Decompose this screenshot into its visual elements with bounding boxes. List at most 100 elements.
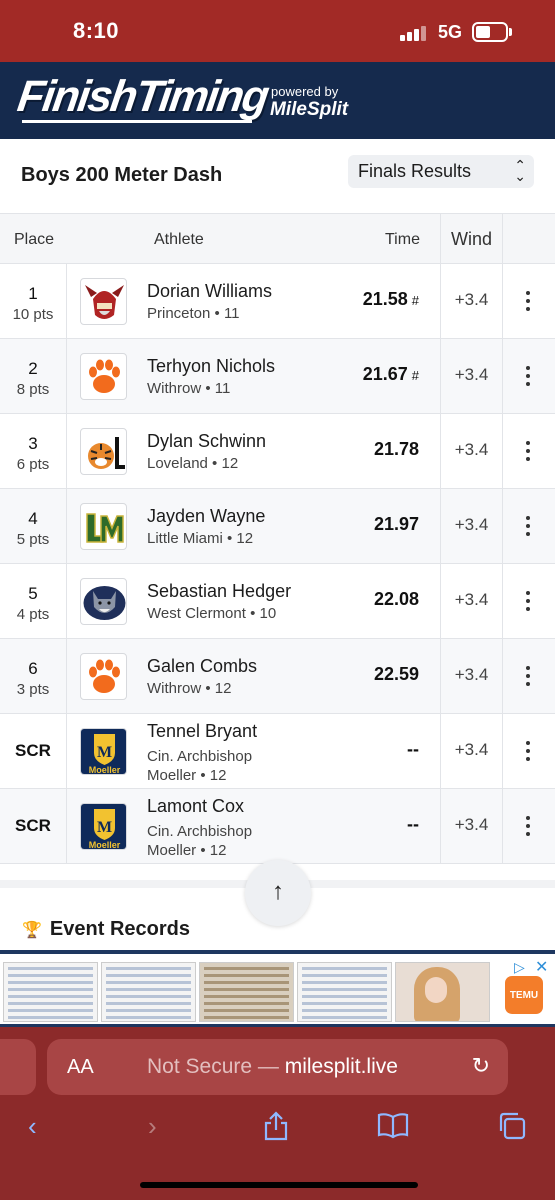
- finishtiming-logo[interactable]: FinishTiming: [14, 72, 271, 122]
- wind-value: +3.4: [454, 515, 489, 534]
- result-time: 21.67 #: [363, 364, 419, 385]
- event-records-label: Event Records: [49, 918, 190, 940]
- trophy-icon: 🏆: [22, 922, 42, 939]
- signal-icon: [400, 25, 428, 41]
- col-divider: [502, 339, 503, 413]
- athlete-team: West Clermont • 10: [147, 605, 277, 622]
- wolf-logo: [80, 578, 127, 625]
- more-options-icon[interactable]: [518, 366, 538, 390]
- table-row[interactable]: SCR M Moeller Lamont Cox Cin. Archbishop M…: [0, 789, 555, 864]
- reload-icon[interactable]: ↻: [472, 1053, 490, 1079]
- address-bar[interactable]: AA Not Secure — milesplit.live ↻: [47, 1039, 508, 1095]
- milesplit-logo[interactable]: MileSplit: [270, 99, 348, 121]
- result-time: 22.59: [374, 664, 419, 685]
- paw-logo: [80, 653, 127, 700]
- more-options-icon[interactable]: [518, 441, 538, 465]
- forward-icon[interactable]: ›: [148, 1111, 157, 1142]
- results-view-select[interactable]: Finals Results ⌃ ⌄: [348, 155, 534, 188]
- arrow-up-icon: ↑: [272, 878, 284, 905]
- points: 6 pts: [16, 456, 50, 473]
- place: 1: [28, 284, 38, 303]
- ad-close-icon[interactable]: ✕: [535, 957, 548, 977]
- athlete-team: Little Miami • 12: [147, 530, 254, 547]
- ad-thumbnail[interactable]: [199, 962, 294, 1022]
- ad-thumbnail[interactable]: [3, 962, 98, 1022]
- header-athlete: Athlete: [154, 231, 204, 248]
- athlete-name[interactable]: Dorian Williams: [147, 281, 272, 302]
- previous-tab-preview[interactable]: [0, 1039, 36, 1095]
- url-display[interactable]: Not Secure — milesplit.live: [147, 1055, 398, 1079]
- tiger-logo: [80, 428, 127, 475]
- scroll-to-top-button[interactable]: ↑: [245, 860, 311, 926]
- table-row[interactable]: 3 6 pts Dylan Schwinn Loveland • 12 21.78…: [0, 414, 555, 489]
- ad-thumbnail[interactable]: [101, 962, 196, 1022]
- athlete-team: Princeton • 11: [147, 305, 240, 322]
- place: 2: [28, 359, 38, 378]
- more-options-icon[interactable]: [518, 291, 538, 315]
- col-divider: [66, 714, 67, 788]
- temu-logo[interactable]: TEMU: [505, 976, 543, 1014]
- logo-underline: [22, 120, 252, 123]
- points: 10 pts: [12, 306, 54, 323]
- status-bar: 8:10 5G: [0, 0, 555, 62]
- ad-thumbnail[interactable]: [395, 962, 490, 1022]
- place-cell: 1 10 pts: [0, 264, 66, 338]
- back-icon[interactable]: ‹: [28, 1111, 37, 1142]
- ad-banner[interactable]: ▷ ✕ TEMU: [0, 950, 555, 1027]
- more-options-icon[interactable]: [518, 516, 538, 540]
- col-divider: [440, 214, 441, 263]
- place: 4: [28, 509, 38, 528]
- table-row[interactable]: 4 5 pts Jayden Wayne Little Miami • 12 21…: [0, 489, 555, 564]
- result-time: --: [407, 739, 419, 760]
- place: SCR: [15, 741, 51, 760]
- header-place: Place: [14, 231, 55, 248]
- viking-logo: [80, 278, 127, 325]
- more-options-icon[interactable]: [518, 666, 538, 690]
- place-cell: SCR: [0, 789, 66, 863]
- tabs-icon[interactable]: [497, 1111, 527, 1148]
- header-wind: Wind: [451, 229, 493, 249]
- col-divider: [66, 639, 67, 713]
- event-records-heading[interactable]: 🏆 Event Records: [22, 918, 190, 941]
- powered-by-label: powered by: [271, 84, 339, 99]
- wind-value: +3.4: [454, 590, 489, 609]
- event-title: Boys 200 Meter Dash: [21, 164, 223, 186]
- time-value: 21.58: [362, 289, 408, 309]
- place-cell: 3 6 pts: [0, 414, 66, 488]
- points: 4 pts: [16, 606, 50, 623]
- ad-thumbnail[interactable]: [297, 962, 392, 1022]
- more-options-icon[interactable]: [518, 741, 538, 765]
- time-value: 22.08: [373, 589, 419, 609]
- table-row[interactable]: 2 8 pts Terhyon Nichols Withrow • 11 21.6…: [0, 339, 555, 414]
- athlete-name[interactable]: Lamont Cox: [147, 796, 244, 817]
- athlete-name[interactable]: Terhyon Nichols: [147, 356, 275, 377]
- table-row[interactable]: 5 4 pts Sebastian Hedger West Clermont • …: [0, 564, 555, 639]
- reader-settings-button[interactable]: AA: [67, 1056, 94, 1079]
- table-row[interactable]: 1 10 pts Dorian Williams Princeton • 11 2…: [0, 264, 555, 339]
- athlete-name[interactable]: Dylan Schwinn: [147, 431, 266, 452]
- athlete-name[interactable]: Tennel Bryant: [147, 721, 257, 742]
- athlete-name[interactable]: Jayden Wayne: [147, 506, 265, 527]
- more-options-icon[interactable]: [518, 591, 538, 615]
- time-mark: #: [411, 293, 419, 308]
- table-row[interactable]: SCR M Moeller Tennel Bryant Cin. Archbish…: [0, 714, 555, 789]
- col-divider: [502, 414, 503, 488]
- adchoices-icon[interactable]: ▷: [514, 959, 525, 976]
- bookmarks-icon[interactable]: [376, 1111, 410, 1146]
- athlete-name[interactable]: Galen Combs: [147, 656, 257, 677]
- table-row[interactable]: 6 3 pts Galen Combs Withrow • 12 22.59 +3…: [0, 639, 555, 714]
- site-header: FinishTiming powered by MileSplit: [0, 62, 555, 139]
- time-value: --: [407, 739, 419, 759]
- header-time: Time: [385, 231, 420, 248]
- results-view-value: Finals Results: [358, 161, 472, 181]
- browser-toolbar: AA Not Secure — milesplit.live ↻ ‹ ›: [0, 1027, 555, 1200]
- athlete-team: Withrow • 12: [147, 680, 232, 697]
- col-divider: [502, 264, 503, 338]
- time-value: 21.78: [373, 439, 419, 459]
- result-time: 21.58 #: [363, 289, 419, 310]
- share-icon[interactable]: [262, 1111, 290, 1148]
- more-options-icon[interactable]: [518, 816, 538, 840]
- team-line-2: Moeller • 12: [147, 767, 227, 784]
- athlete-name[interactable]: Sebastian Hedger: [147, 581, 291, 602]
- wind-value: +3.4: [454, 740, 489, 759]
